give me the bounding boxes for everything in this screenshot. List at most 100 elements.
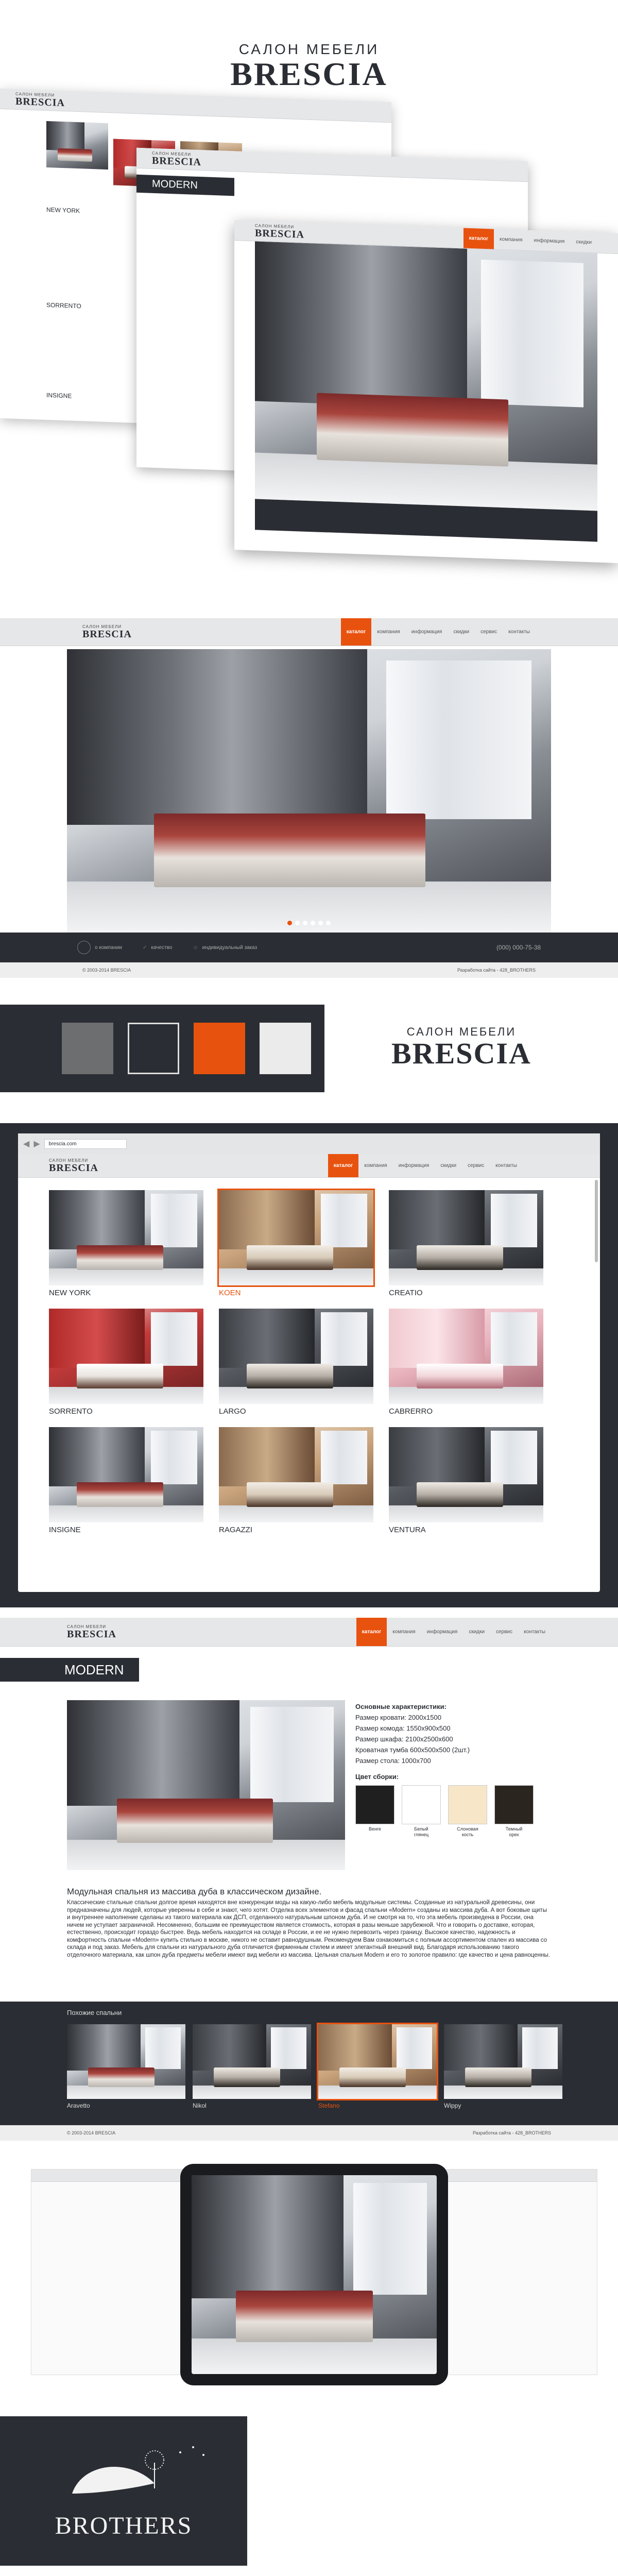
catalog-card[interactable]: CABRERRO bbox=[389, 1309, 543, 1416]
color-label: Венге bbox=[368, 1826, 382, 1832]
studio-name: BROTHERS bbox=[55, 2512, 193, 2539]
mockup-logo-name: BRESCIA bbox=[255, 227, 304, 241]
color-option[interactable]: Венге bbox=[355, 1785, 394, 1838]
main-nav: каталог компания информация скидки серви… bbox=[340, 618, 536, 646]
catalog-nav-info[interactable]: информация bbox=[393, 1154, 435, 1177]
description-text: Классические стильные спальни долгое вре… bbox=[67, 1900, 550, 1958]
product-image bbox=[67, 1700, 345, 1870]
hero-actions-bar: о компании ✓ качество ☺ индивидуальный зак… bbox=[0, 933, 618, 962]
slider-dot[interactable] bbox=[311, 921, 315, 925]
product-nav-info[interactable]: информация bbox=[421, 1618, 464, 1646]
catalog-card-label: RAGAZZI bbox=[219, 1526, 253, 1534]
similar-title: Похожие спальни bbox=[67, 2009, 122, 2016]
back-icon[interactable]: ◀ bbox=[23, 1139, 29, 1149]
scrollbar[interactable] bbox=[595, 1180, 598, 1262]
catalog-nav-service[interactable]: сервис bbox=[462, 1154, 490, 1177]
slider-dot[interactable] bbox=[326, 921, 331, 925]
mockup-logo-name: BRESCIA bbox=[152, 155, 201, 168]
swatch-dark bbox=[128, 1023, 179, 1074]
color-option[interactable]: Слоновая кость bbox=[448, 1785, 487, 1838]
similar-card[interactable]: Wippy bbox=[444, 2024, 562, 2109]
product-nav-discounts[interactable]: скидки bbox=[463, 1618, 490, 1646]
color-option[interactable]: Белый глянец bbox=[402, 1785, 441, 1838]
brand-logo-name: BRESCIA bbox=[391, 1037, 531, 1070]
mockup-label: INSIGNE bbox=[46, 391, 72, 400]
catalog-card[interactable]: KOEN bbox=[217, 1189, 375, 1297]
description-heading: Модульная спальня из массива дуба в клас… bbox=[67, 1887, 322, 1896]
hero-slider[interactable] bbox=[67, 649, 551, 933]
product-nav-service[interactable]: сервис bbox=[490, 1618, 518, 1646]
catalog-nav-company[interactable]: компания bbox=[358, 1154, 392, 1177]
catalog-nav-contacts[interactable]: контакты bbox=[490, 1154, 523, 1177]
nav-discounts[interactable]: скидки bbox=[448, 618, 475, 646]
catalog-card[interactable]: RAGAZZI bbox=[219, 1427, 373, 1534]
catalog-card[interactable]: SORRENTO bbox=[49, 1309, 203, 1416]
mockup-thumb bbox=[46, 121, 108, 170]
similar-card-label: Wippy bbox=[444, 2102, 461, 2109]
mockup-nav-item: компания bbox=[500, 236, 523, 243]
spec-line: Размер кровати: 2000x1500 bbox=[355, 1714, 441, 1721]
catalog-card[interactable]: NEW YORK bbox=[49, 1190, 203, 1297]
catalog-card-label: CREATIO bbox=[389, 1289, 423, 1297]
mockup-product-title: MODERN bbox=[136, 174, 234, 196]
product-nav-contacts[interactable]: контакты bbox=[518, 1618, 551, 1646]
similar-row: Aravetto Nikol Stefano Wippy bbox=[67, 2023, 562, 2109]
similar-section: Похожие спальни Aravetto Nikol Stefano Wipp… bbox=[0, 2002, 618, 2125]
browser-chrome: ◀ ▶ brescia.com bbox=[18, 1133, 600, 1154]
similar-card-image bbox=[444, 2024, 562, 2099]
mockup-nav-item: каталог bbox=[463, 228, 494, 249]
quality-button[interactable]: ✓ качество bbox=[143, 945, 172, 951]
catalog-card[interactable]: LARGO bbox=[219, 1309, 373, 1416]
color-swatch-white bbox=[402, 1785, 441, 1824]
catalog-card[interactable]: INSIGNE bbox=[49, 1427, 203, 1534]
about-label: о компании bbox=[95, 944, 122, 951]
color-swatch-walnut bbox=[494, 1785, 534, 1824]
product-nav-company[interactable]: компания bbox=[387, 1618, 421, 1646]
catalog-card-image bbox=[219, 1427, 373, 1522]
nav-service[interactable]: сервис bbox=[475, 618, 503, 646]
catalog-card-label: NEW YORK bbox=[49, 1289, 91, 1297]
product-copyright: © 2003-2014 BRESCIA bbox=[67, 2130, 116, 2136]
catalog-card[interactable]: VENTURA bbox=[389, 1427, 543, 1534]
spec-line: Размер комода: 1550x900x500 bbox=[355, 1724, 451, 1732]
color-options: Венге Белый глянец Слоновая кость Темный… bbox=[355, 1785, 551, 1838]
similar-card-label: Stefano bbox=[318, 2102, 340, 2109]
catalog-card-label: VENTURA bbox=[389, 1526, 426, 1534]
about-button[interactable]: о компании bbox=[77, 941, 122, 954]
catalog-card-image bbox=[389, 1427, 543, 1522]
quality-label: качество bbox=[151, 944, 173, 951]
developer-credit: Разработка сайта - 428_BROTHERS bbox=[457, 968, 536, 973]
copyright: © 2003-2014 BRESCIA bbox=[82, 968, 131, 973]
product-nav-catalog[interactable]: каталог bbox=[356, 1618, 387, 1646]
slider-dot[interactable] bbox=[303, 921, 307, 925]
catalog-nav-catalog[interactable]: каталог bbox=[328, 1154, 359, 1177]
color-label: Темный орех bbox=[505, 1826, 523, 1837]
catalog-card-label: SORRENTO bbox=[49, 1407, 93, 1416]
nav-catalog[interactable]: каталог bbox=[340, 618, 372, 646]
similar-card[interactable]: Aravetto bbox=[67, 2024, 185, 2109]
custom-order-button[interactable]: ☺ индивидуальный заказ bbox=[193, 945, 257, 951]
catalog-nav-discounts[interactable]: скидки bbox=[435, 1154, 462, 1177]
catalog-nav: каталог компания информация скидки серви… bbox=[328, 1154, 523, 1177]
url-input[interactable]: brescia.com bbox=[44, 1139, 127, 1149]
forward-icon[interactable]: ▶ bbox=[33, 1139, 40, 1149]
phone-number: (000) 000-75-38 bbox=[496, 944, 541, 951]
mockup-home: САЛОН МЕБЕЛИ BRESCIA каталог компания инфор… bbox=[234, 219, 618, 564]
nav-info[interactable]: информация bbox=[406, 618, 448, 646]
dandelion-icon bbox=[72, 2446, 204, 2494]
color-option[interactable]: Темный орех bbox=[494, 1785, 534, 1838]
slider-dot[interactable] bbox=[295, 921, 300, 925]
nav-contacts[interactable]: контакты bbox=[503, 618, 536, 646]
mockup-logo-name: BRESCIA bbox=[15, 95, 65, 109]
product-section: САЛОН МЕБЕЛИ BRESCIA каталог компания инф… bbox=[0, 1618, 618, 2154]
spec-line: Размер стола: 1000x700 bbox=[355, 1757, 431, 1765]
nav-company[interactable]: компания bbox=[371, 618, 405, 646]
slider-dot[interactable] bbox=[318, 921, 323, 925]
slider-dots bbox=[67, 921, 551, 925]
catalog-card[interactable]: CREATIO bbox=[389, 1190, 543, 1297]
slider-dot[interactable] bbox=[287, 921, 292, 925]
user-icon: ☺ bbox=[193, 944, 198, 951]
similar-card[interactable]: Stefano bbox=[317, 2023, 438, 2109]
similar-card[interactable]: Nikol bbox=[193, 2024, 311, 2109]
check-icon: ✓ bbox=[142, 944, 147, 951]
